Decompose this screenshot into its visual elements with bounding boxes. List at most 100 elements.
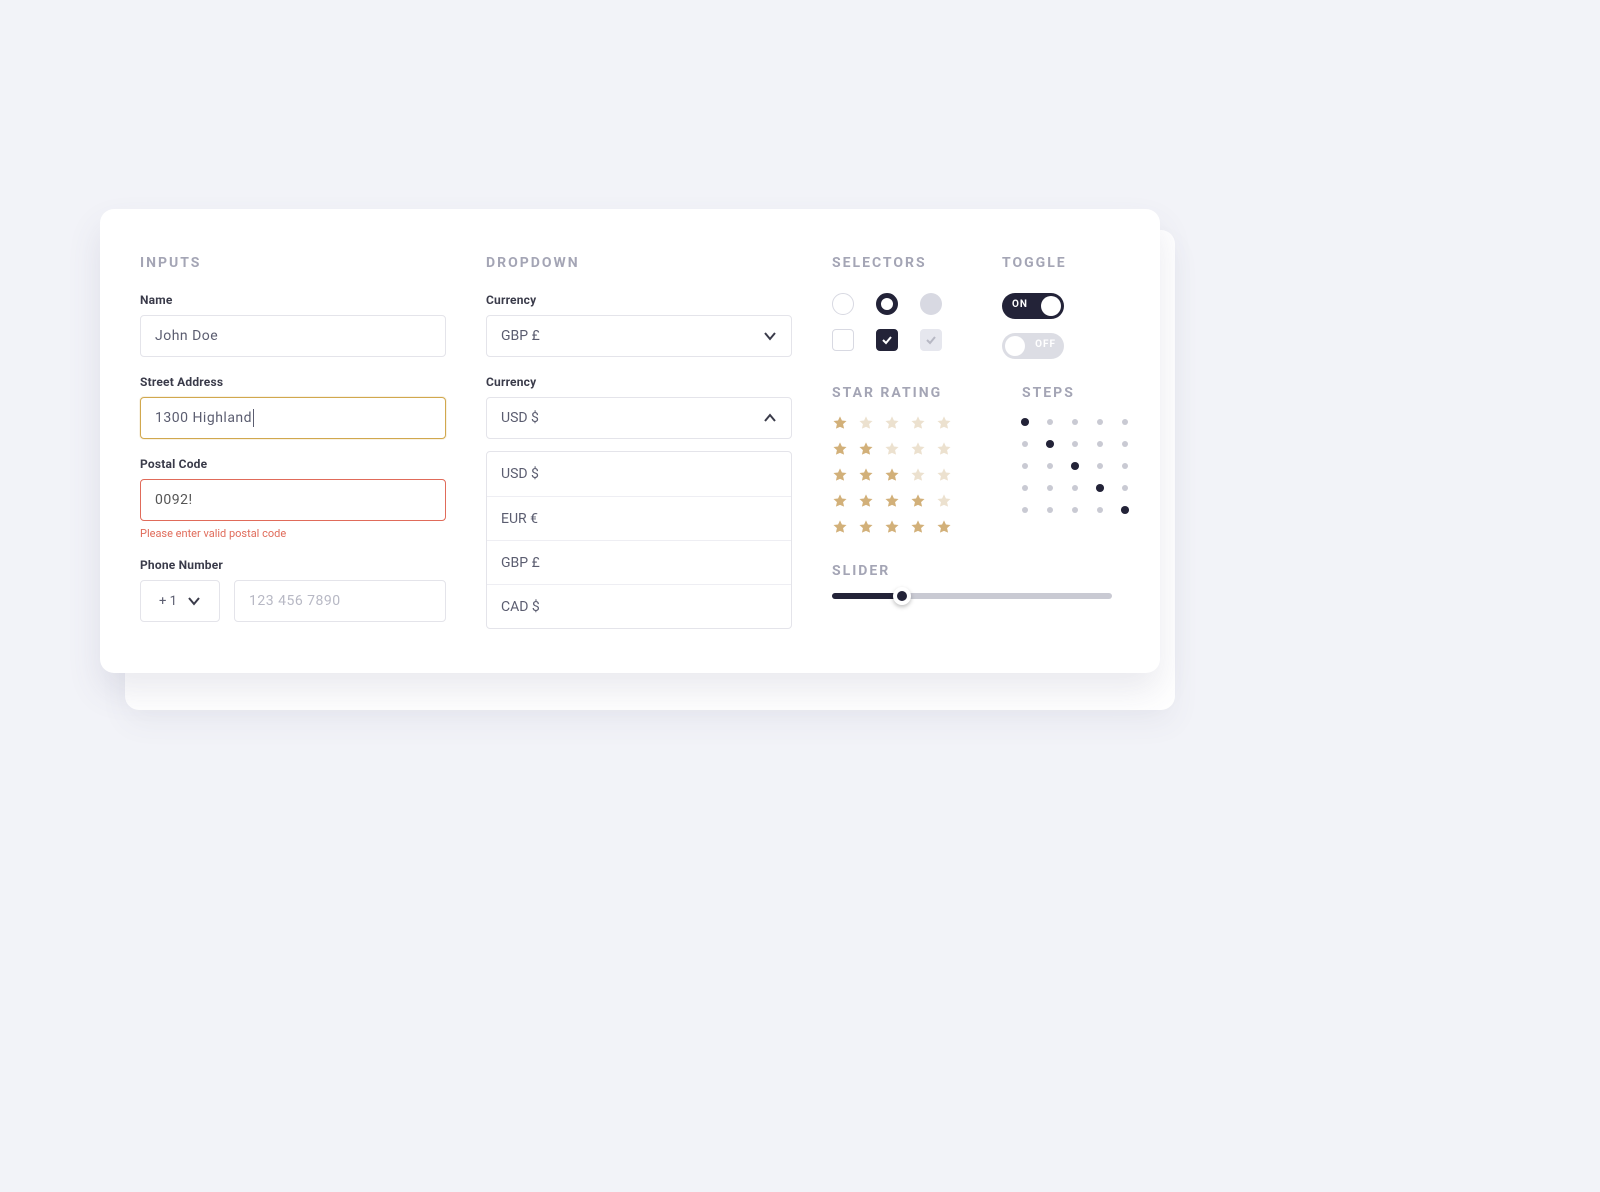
- star[interactable]: [858, 493, 874, 509]
- star-icon: [884, 493, 900, 509]
- toggle-on[interactable]: ON: [1002, 293, 1064, 319]
- currency-open-value: USD $: [501, 410, 539, 426]
- step-dot[interactable]: [1096, 484, 1104, 492]
- street-input[interactable]: 1300 Highland: [140, 397, 446, 439]
- step-dot[interactable]: [1022, 441, 1028, 447]
- star[interactable]: [832, 441, 848, 457]
- star[interactable]: [832, 493, 848, 509]
- star[interactable]: [832, 467, 848, 483]
- step-dot[interactable]: [1122, 419, 1128, 425]
- star[interactable]: [858, 519, 874, 535]
- step-dot[interactable]: [1072, 507, 1078, 513]
- step-dot[interactable]: [1071, 462, 1079, 470]
- currency-open-select[interactable]: USD $: [486, 397, 792, 439]
- postal-error-hint: Please enter valid postal code: [140, 527, 446, 540]
- radio-unselected[interactable]: [832, 293, 854, 315]
- step-dot[interactable]: [1122, 463, 1128, 469]
- step-dot[interactable]: [1046, 440, 1054, 448]
- check-icon: [925, 334, 937, 346]
- star[interactable]: [884, 519, 900, 535]
- star-icon: [832, 415, 848, 431]
- step-dot[interactable]: [1122, 485, 1128, 491]
- currency-option[interactable]: USD $: [487, 452, 791, 496]
- step-dot[interactable]: [1072, 441, 1078, 447]
- star[interactable]: [910, 415, 926, 431]
- currency-option[interactable]: GBP £: [487, 540, 791, 584]
- step-dot[interactable]: [1097, 419, 1103, 425]
- steps-title: STEPS: [1022, 385, 1128, 401]
- star[interactable]: [858, 415, 874, 431]
- step-dot[interactable]: [1022, 507, 1028, 513]
- steps-row[interactable]: [1022, 463, 1128, 469]
- steps-row[interactable]: [1022, 441, 1128, 447]
- step-dot[interactable]: [1047, 463, 1053, 469]
- step-dot[interactable]: [1072, 485, 1078, 491]
- radio-selected[interactable]: [876, 293, 898, 315]
- star[interactable]: [910, 493, 926, 509]
- dropdown-title: DROPDOWN: [486, 255, 792, 271]
- name-label: Name: [140, 293, 446, 307]
- star[interactable]: [936, 467, 952, 483]
- star[interactable]: [858, 441, 874, 457]
- star-icon: [884, 519, 900, 535]
- step-dot[interactable]: [1021, 418, 1029, 426]
- star[interactable]: [910, 441, 926, 457]
- star[interactable]: [858, 467, 874, 483]
- inputs-column: INPUTS Name John Doe Street Address 1300…: [140, 255, 446, 629]
- star[interactable]: [936, 441, 952, 457]
- star[interactable]: [832, 519, 848, 535]
- steps-row[interactable]: [1022, 507, 1128, 513]
- checkbox-unchecked[interactable]: [832, 329, 854, 351]
- currency-closed-value: GBP £: [501, 328, 540, 344]
- step-dot[interactable]: [1097, 463, 1103, 469]
- steps-container: [1022, 419, 1128, 529]
- check-icon: [881, 334, 893, 346]
- postal-input[interactable]: 0092!: [140, 479, 446, 521]
- star-icon: [858, 441, 874, 457]
- star-rating-row[interactable]: [832, 467, 962, 483]
- name-input[interactable]: John Doe: [140, 315, 446, 357]
- phone-input[interactable]: 123 456 7890: [234, 580, 446, 622]
- slider-track[interactable]: [832, 593, 1112, 599]
- country-code-select[interactable]: + 1: [140, 580, 220, 622]
- steps-row[interactable]: [1022, 419, 1128, 425]
- step-dot[interactable]: [1047, 485, 1053, 491]
- chevron-down-icon: [187, 594, 201, 608]
- star[interactable]: [936, 415, 952, 431]
- inputs-title: INPUTS: [140, 255, 446, 271]
- toggle-block: TOGGLE ON OFF: [1002, 255, 1067, 365]
- step-dot[interactable]: [1022, 485, 1028, 491]
- checkbox-checked[interactable]: [876, 329, 898, 351]
- currency-option[interactable]: EUR €: [487, 496, 791, 540]
- star[interactable]: [884, 415, 900, 431]
- phone-row: + 1 123 456 7890: [140, 580, 446, 622]
- star[interactable]: [884, 441, 900, 457]
- step-dot[interactable]: [1097, 507, 1103, 513]
- star[interactable]: [884, 467, 900, 483]
- star[interactable]: [832, 415, 848, 431]
- star-rating-row[interactable]: [832, 441, 962, 457]
- star[interactable]: [884, 493, 900, 509]
- currency-option[interactable]: CAD $: [487, 584, 791, 628]
- star[interactable]: [936, 493, 952, 509]
- step-dot[interactable]: [1047, 419, 1053, 425]
- slider-thumb[interactable]: [893, 587, 911, 605]
- currency-closed-select[interactable]: GBP £: [486, 315, 792, 357]
- star-rating-row[interactable]: [832, 493, 962, 509]
- step-dot[interactable]: [1047, 507, 1053, 513]
- star[interactable]: [910, 467, 926, 483]
- step-dot[interactable]: [1122, 441, 1128, 447]
- step-dot[interactable]: [1072, 419, 1078, 425]
- step-dot[interactable]: [1097, 441, 1103, 447]
- phone-placeholder: 123 456 7890: [249, 593, 341, 609]
- star[interactable]: [936, 519, 952, 535]
- star-rating-row[interactable]: [832, 415, 962, 431]
- star[interactable]: [910, 519, 926, 535]
- toggle-off[interactable]: OFF: [1002, 333, 1064, 359]
- street-label: Street Address: [140, 375, 446, 389]
- step-dot[interactable]: [1022, 463, 1028, 469]
- steps-row[interactable]: [1022, 485, 1128, 491]
- star-rating-row[interactable]: [832, 519, 962, 535]
- postal-label: Postal Code: [140, 457, 446, 471]
- step-dot[interactable]: [1121, 506, 1129, 514]
